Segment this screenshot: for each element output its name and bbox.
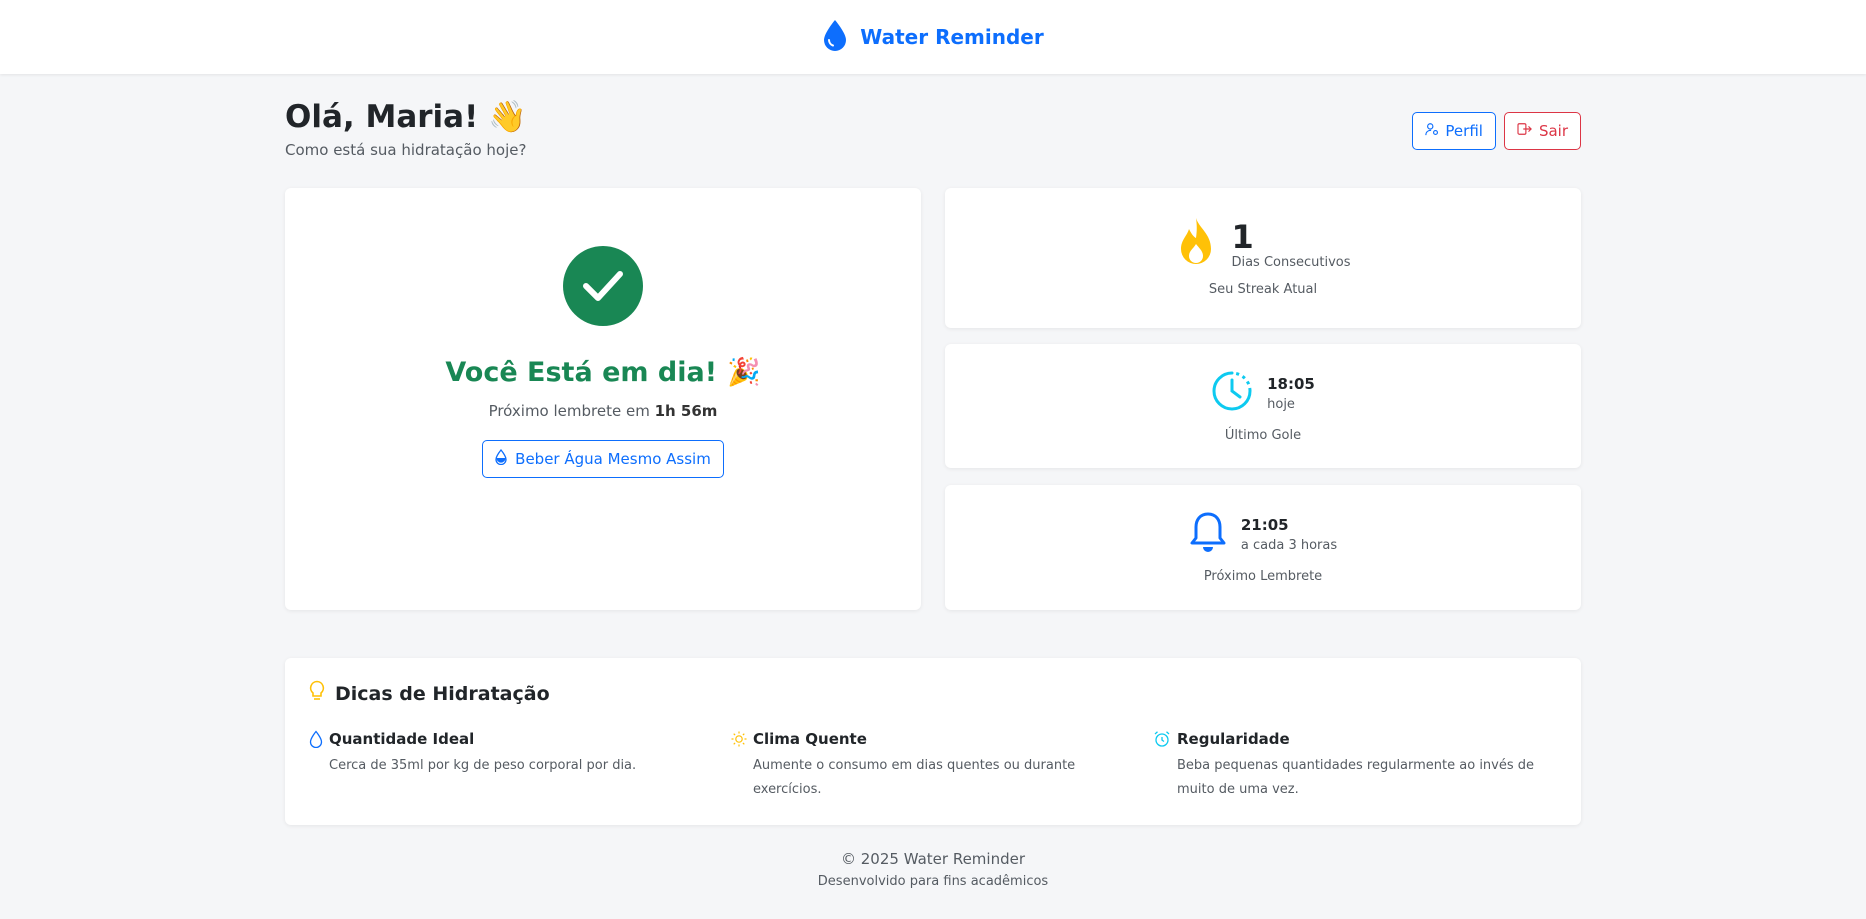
header-actions: Perfil Sair bbox=[1412, 112, 1581, 150]
clock-icon bbox=[1211, 370, 1253, 416]
tip-title: Quantidade Ideal bbox=[329, 730, 475, 748]
streak-unit: Dias Consecutivos bbox=[1231, 254, 1351, 270]
next-reminder-line: Próximo lembrete em 1h 56m bbox=[285, 402, 921, 420]
tip-item: Regularidade Beba pequenas quantidades r… bbox=[1153, 730, 1553, 802]
streak-value-block: 1 Dias Consecutivos bbox=[1231, 219, 1350, 270]
status-title-text: Você Está em dia! bbox=[445, 356, 718, 388]
next-reminder-row: 21:05 a cada 3 horas bbox=[945, 511, 1581, 557]
greeting-title: Olá, Maria! 👋 bbox=[285, 98, 527, 136]
next-reminder-caption: Próximo Lembrete bbox=[1203, 569, 1323, 584]
next-reminder-prefix: Próximo lembrete em bbox=[488, 402, 650, 420]
user-gear-icon bbox=[1425, 122, 1439, 140]
tip-text: Aumente o consumo em dias quentes ou dur… bbox=[753, 758, 1076, 797]
party-popper-icon: 🎉 bbox=[727, 357, 761, 388]
lightbulb-icon bbox=[309, 680, 325, 707]
logout-label: Sair bbox=[1538, 122, 1568, 140]
droplet-icon bbox=[309, 730, 323, 778]
check-circle-icon bbox=[563, 246, 643, 326]
footer: © 2025 Water Reminder Desenvolvido para … bbox=[285, 850, 1581, 889]
fire-icon bbox=[1175, 216, 1217, 272]
streak-caption: Seu Streak Atual bbox=[1208, 282, 1318, 297]
streak-row: 1 Dias Consecutivos bbox=[945, 216, 1581, 272]
tips-title: Dicas de Hidratação bbox=[309, 680, 550, 707]
droplet-half-icon bbox=[495, 448, 507, 469]
tips-title-text: Dicas de Hidratação bbox=[335, 682, 550, 705]
last-sip-value-block: 18:05 hoje bbox=[1267, 375, 1315, 412]
tip-item: Clima Quente Aumente o consumo em dias q… bbox=[731, 730, 1131, 802]
greeting-section: Olá, Maria! 👋 Como está sua hidratação h… bbox=[285, 98, 527, 160]
hydration-status-card: Você Está em dia! 🎉 Próximo lembrete em … bbox=[285, 188, 921, 610]
last-sip-row: 18:05 hoje bbox=[945, 370, 1581, 416]
last-sip-caption: Último Gole bbox=[1224, 428, 1302, 443]
tip-title: Regularidade bbox=[1177, 730, 1290, 748]
status-title: Você Está em dia! 🎉 bbox=[285, 356, 921, 389]
alarm-icon bbox=[1153, 730, 1171, 802]
brand[interactable]: Water Reminder bbox=[822, 19, 1044, 55]
drink-water-label: Beber Água Mesmo Assim bbox=[515, 450, 711, 468]
waving-hand-icon: 👋 bbox=[488, 99, 527, 135]
logout-icon bbox=[1517, 122, 1533, 140]
footer-copyright: © 2025 Water Reminder bbox=[841, 850, 1025, 868]
tip-text: Beba pequenas quantidades regularmente a… bbox=[1177, 758, 1535, 797]
sun-icon bbox=[731, 730, 747, 802]
next-reminder-card: 21:05 a cada 3 horas Próximo Lembrete bbox=[945, 485, 1581, 610]
tip-title: Clima Quente bbox=[753, 730, 867, 748]
bell-icon bbox=[1189, 511, 1227, 557]
tip-item: Quantidade Ideal Cerca de 35ml por kg de… bbox=[309, 730, 699, 778]
profile-label: Perfil bbox=[1445, 122, 1483, 140]
drink-water-button[interactable]: Beber Água Mesmo Assim bbox=[482, 440, 724, 478]
last-sip-when: hoje bbox=[1267, 396, 1295, 412]
next-reminder-value-block: 21:05 a cada 3 horas bbox=[1241, 516, 1337, 553]
water-drop-icon bbox=[822, 19, 848, 55]
next-reminder-time: 21:05 bbox=[1240, 515, 1289, 534]
streak-count: 1 bbox=[1231, 217, 1254, 256]
tip-text: Cerca de 35ml por kg de peso corporal po… bbox=[329, 758, 637, 773]
logout-button[interactable]: Sair bbox=[1503, 112, 1581, 150]
hydration-tips-card: Dicas de Hidratação Quantidade Ideal Cer… bbox=[285, 658, 1581, 825]
next-reminder-interval: a cada 3 horas bbox=[1240, 537, 1338, 553]
footer-note: Desenvolvido para fins acadêmicos bbox=[817, 874, 1049, 889]
greeting-text: Olá, Maria! bbox=[285, 98, 479, 135]
next-reminder-countdown: 1h 56m bbox=[654, 402, 718, 420]
greeting-subtitle: Como está sua hidratação hoje? bbox=[285, 141, 527, 159]
last-sip-card: 18:05 hoje Último Gole bbox=[945, 344, 1581, 468]
app-title: Water Reminder bbox=[860, 25, 1044, 49]
last-sip-time: 18:05 bbox=[1267, 374, 1315, 393]
streak-card: 1 Dias Consecutivos Seu Streak Atual bbox=[945, 188, 1581, 328]
navbar: Water Reminder bbox=[0, 0, 1866, 74]
profile-button[interactable]: Perfil bbox=[1412, 112, 1496, 150]
